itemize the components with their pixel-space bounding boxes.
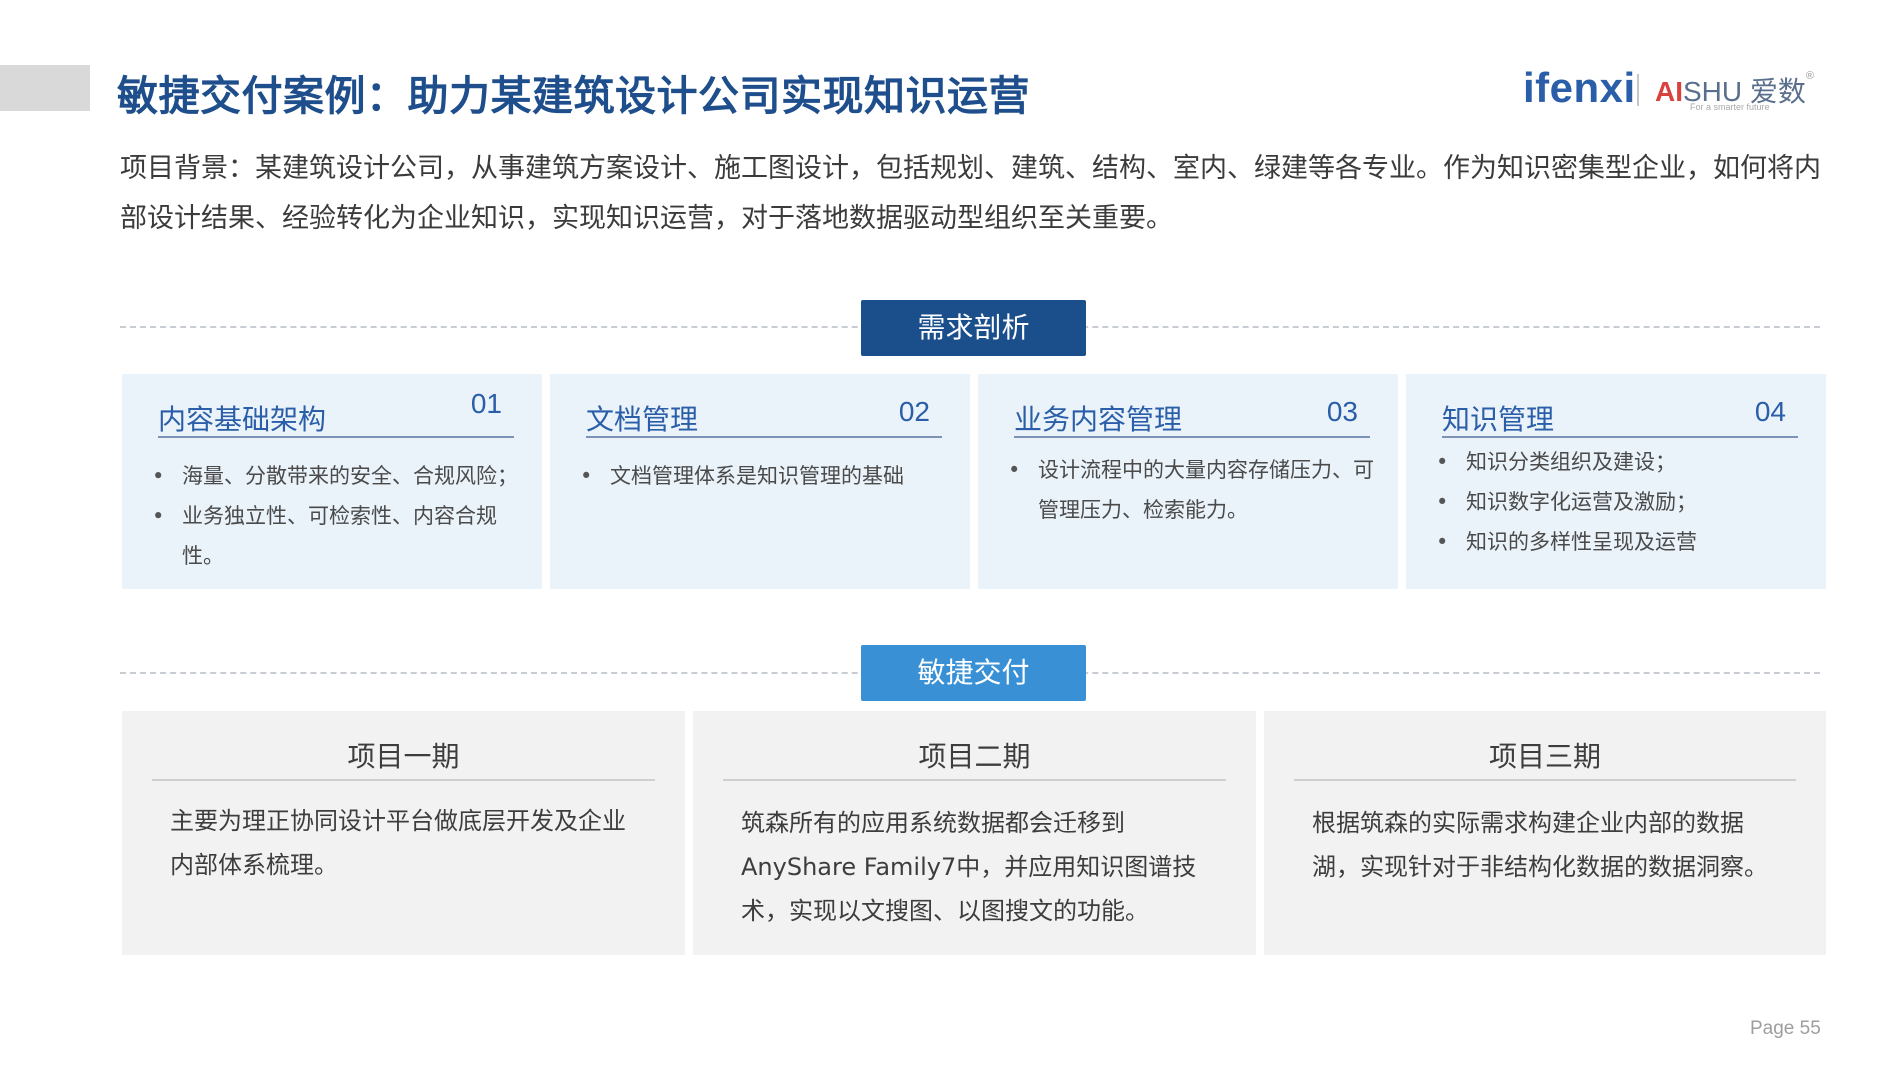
list-item: 业务独立性、可检索性、内容合规性。 [152, 496, 522, 576]
phase-card-2: 项目二期 筑森所有的应用系统数据都会迁移到AnyShare Family7中，并… [693, 711, 1256, 955]
logo-divider [1637, 74, 1639, 106]
need-card-list: 海量、分散带来的安全、合规风险； 业务独立性、可检索性、内容合规性。 [152, 456, 522, 576]
need-card-2: 文档管理 02 文档管理体系是知识管理的基础 [550, 374, 970, 589]
page-title: 敏捷交付案例：助力某建筑设计公司实现知识运营 [117, 72, 1030, 120]
phase-card-1: 项目一期 主要为理正协同设计平台做底层开发及企业内部体系梳理。 [122, 711, 685, 955]
need-card-number: 01 [470, 388, 502, 419]
need-card-title: 内容基础架构 [158, 403, 327, 436]
project-background-text: 项目背景：某建筑设计公司，从事建筑方案设计、施工图设计，包括规划、建筑、结构、室… [120, 153, 1821, 234]
need-card-title: 知识管理 [1442, 403, 1555, 436]
list-item: 文档管理体系是知识管理的基础 [580, 456, 950, 496]
need-card-number: 03 [1326, 396, 1358, 427]
phase-card-text: 根据筑森的实际需求构建企业内部的数据湖，实现针对于非结构化数据的数据洞察。 [1312, 809, 1768, 881]
ifenxi-logo-text: ifenxi [1523, 64, 1636, 111]
aishu-logo-tagline: For a smarter future [1690, 102, 1770, 112]
phase-card-text: 筑森所有的应用系统数据都会迁移到AnyShare Family7中，并应用知识图… [741, 809, 1197, 925]
list-item: 海量、分散带来的安全、合规风险； [152, 456, 522, 496]
list-item: 知识数字化运营及激励； [1436, 482, 1806, 522]
list-item: 知识的多样性呈现及运营 [1436, 522, 1806, 562]
phase-card-text: 主要为理正协同设计平台做底层开发及企业内部体系梳理。 [170, 807, 626, 879]
need-card-list: 设计流程中的大量内容存储压力、可管理压力、检索能力。 [1008, 450, 1378, 530]
title-accent-bar [0, 65, 90, 111]
need-card-list: 文档管理体系是知识管理的基础 [580, 456, 950, 496]
need-card-header: 文档管理 02 [586, 384, 942, 438]
need-card-list: 知识分类组织及建设； 知识数字化运营及激励； 知识的多样性呈现及运营 [1436, 442, 1806, 562]
need-card-number: 04 [1754, 396, 1786, 427]
need-card-1: 内容基础架构 01 海量、分散带来的安全、合规风险； 业务独立性、可检索性、内容… [122, 374, 542, 589]
need-card-header: 业务内容管理 03 [1014, 384, 1370, 438]
registered-mark-icon: ® [1805, 70, 1815, 82]
need-card-header: 内容基础架构 01 [158, 384, 514, 438]
need-card-3: 业务内容管理 03 设计流程中的大量内容存储压力、可管理压力、检索能力。 [978, 374, 1398, 589]
need-card-title: 文档管理 [586, 403, 699, 436]
section-label-needs: 需求剖析 [861, 300, 1086, 356]
need-card-number: 02 [898, 396, 930, 427]
phase-card-header: 项目二期 [723, 723, 1226, 781]
phase-card-title: 项目三期 [1488, 740, 1601, 773]
page-number: Page 55 [1750, 1018, 1821, 1039]
phase-card-header: 项目一期 [152, 723, 655, 781]
need-card-title: 业务内容管理 [1014, 403, 1183, 436]
phase-card-3: 项目三期 根据筑森的实际需求构建企业内部的数据湖，实现针对于非结构化数据的数据洞… [1264, 711, 1826, 955]
phase-card-title: 项目二期 [918, 740, 1031, 773]
section-label-delivery: 敏捷交付 [861, 645, 1086, 701]
need-card-header: 知识管理 04 [1442, 384, 1798, 438]
need-card-4: 知识管理 04 知识分类组织及建设； 知识数字化运营及激励； 知识的多样性呈现及… [1406, 374, 1826, 589]
phase-card-header: 项目三期 [1294, 723, 1796, 781]
phase-card-title: 项目一期 [347, 740, 460, 773]
aishu-logo-ai: AI [1655, 76, 1683, 107]
ifenxi-logo: ifenxi [1523, 64, 1636, 112]
list-item: 知识分类组织及建设； [1436, 442, 1806, 482]
list-item: 设计流程中的大量内容存储压力、可管理压力、检索能力。 [1008, 450, 1378, 530]
